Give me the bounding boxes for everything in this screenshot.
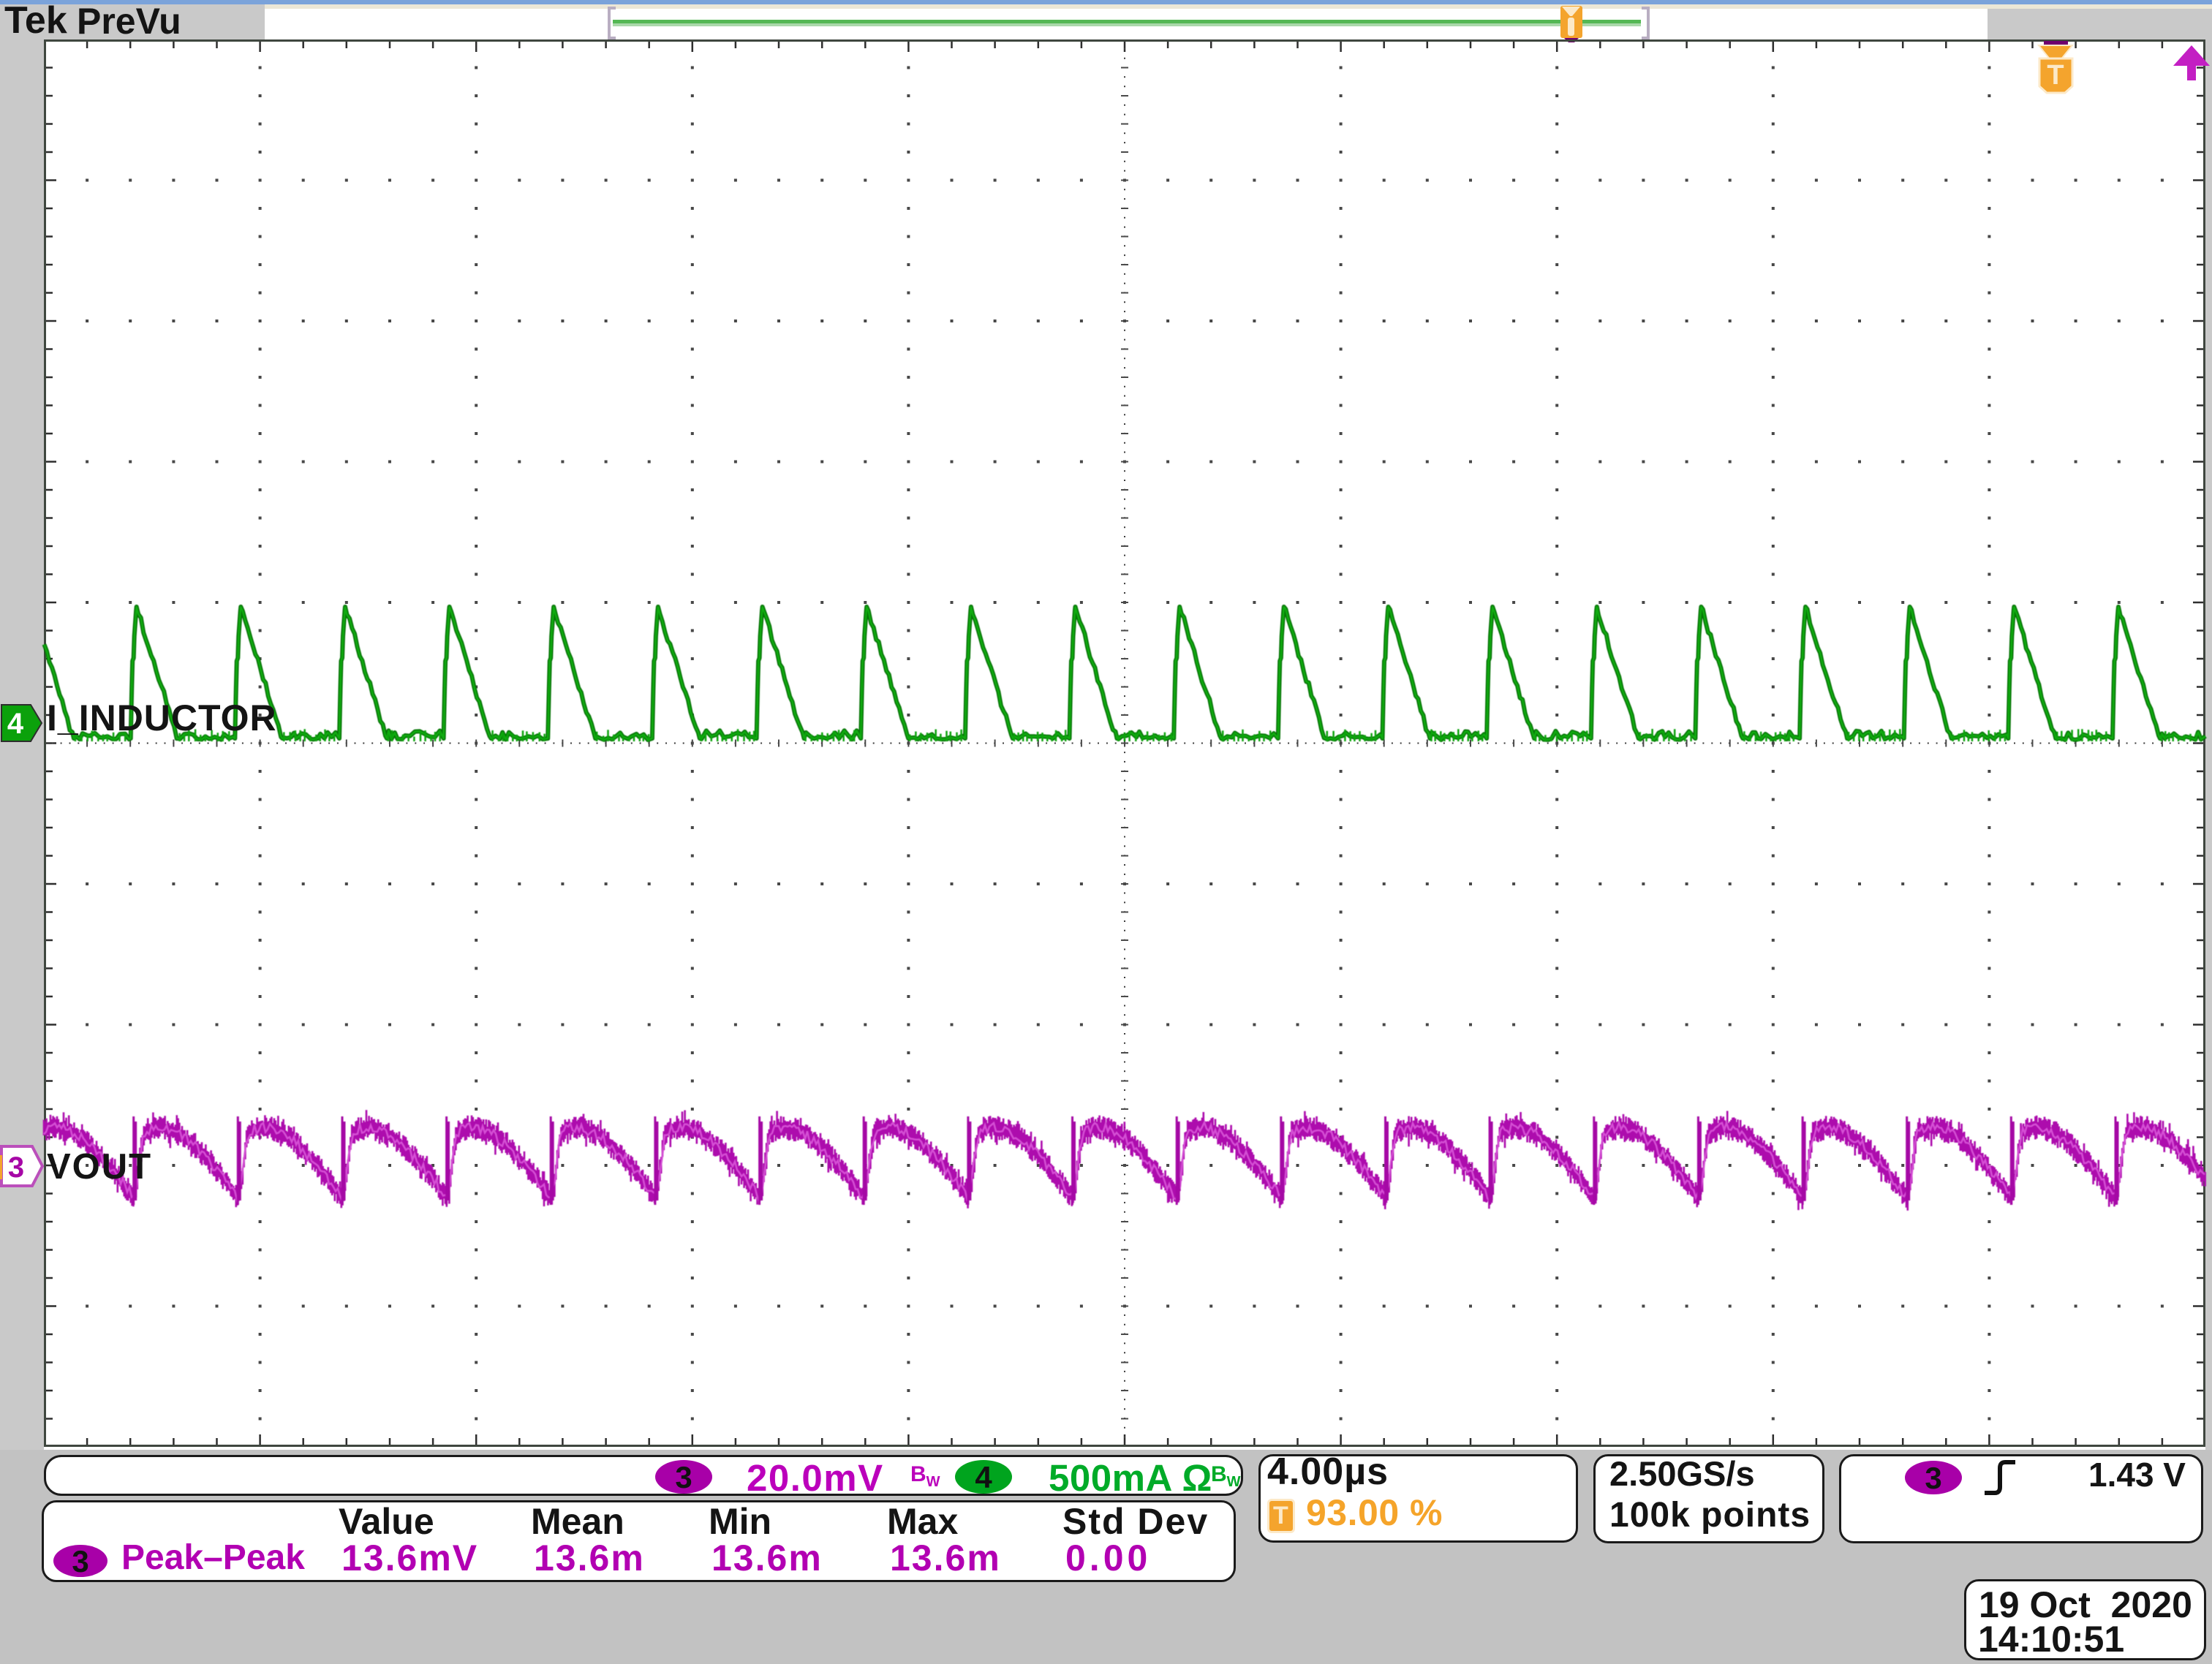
svg-text:4: 4 (975, 1460, 992, 1494)
svg-text:3: 3 (675, 1460, 692, 1494)
svg-text:3: 3 (72, 1544, 88, 1578)
svg-text:3: 3 (1925, 1461, 1941, 1495)
